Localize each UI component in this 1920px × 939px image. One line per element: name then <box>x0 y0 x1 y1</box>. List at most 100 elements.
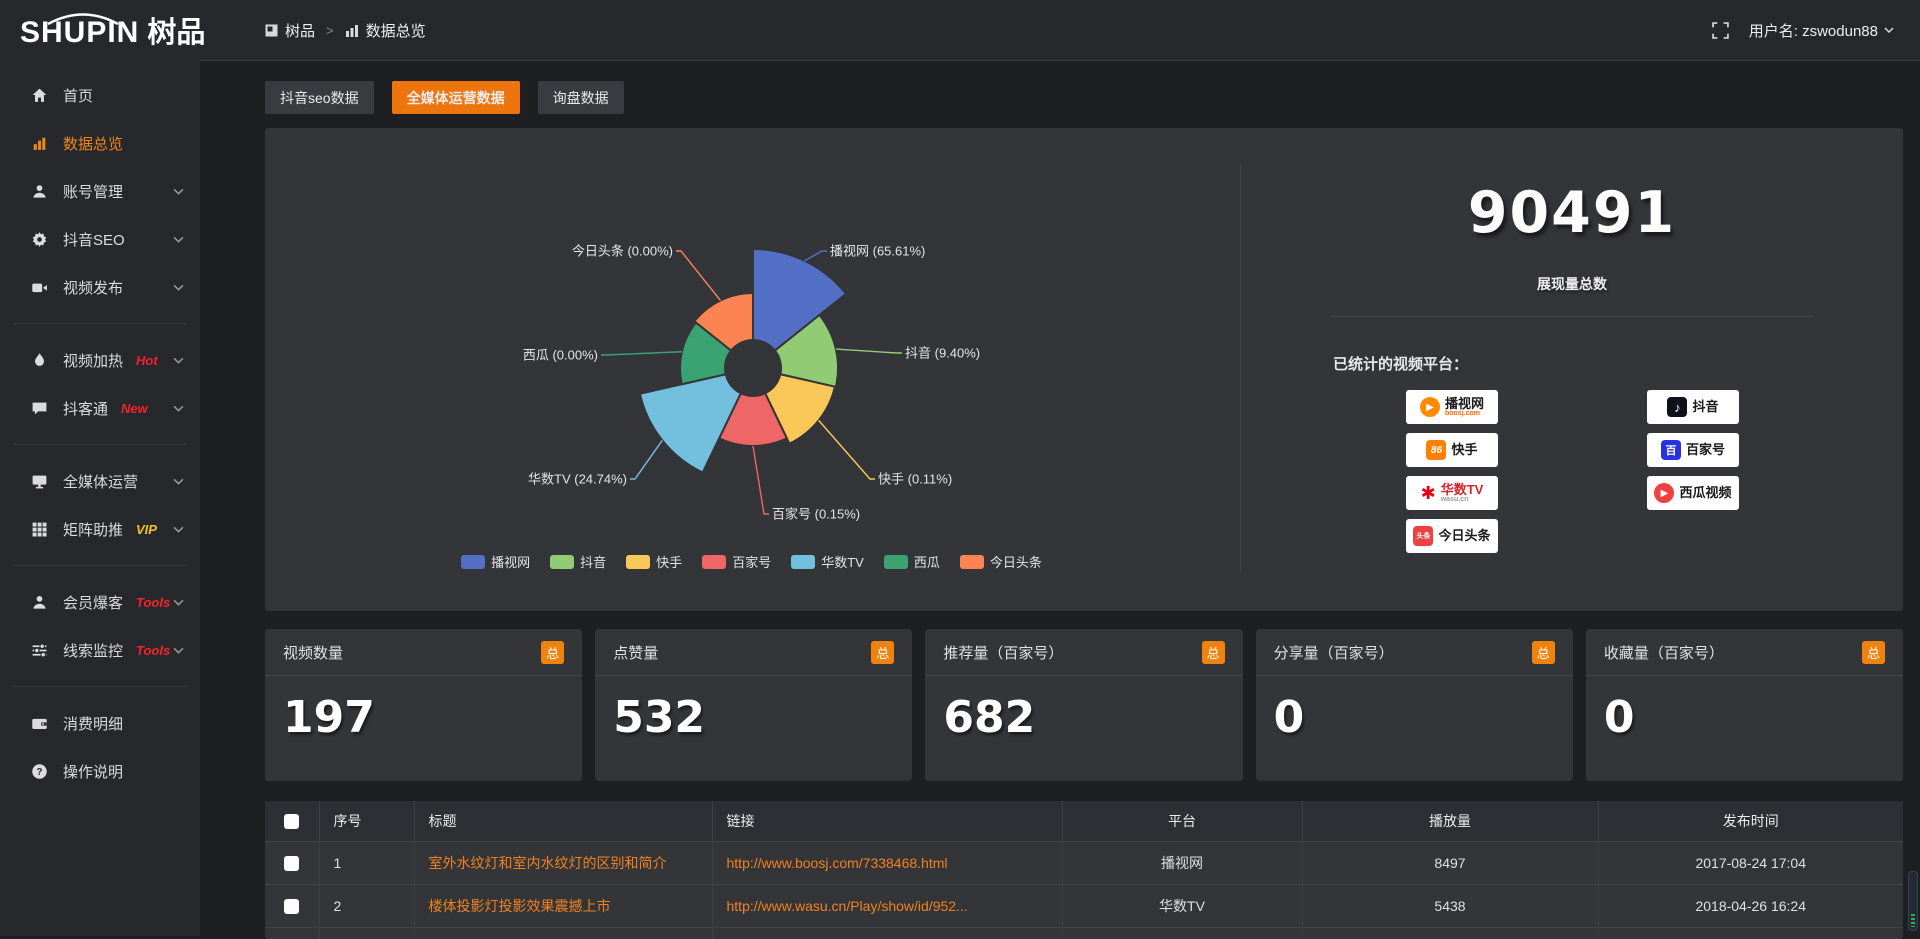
sidebar-item-matrix-boost[interactable]: 矩阵助推VIP <box>0 505 200 553</box>
empty-cell <box>1062 927 1302 939</box>
sidebar-item-label: 抖音SEO <box>63 229 125 250</box>
app-logo[interactable]: SHUPIN 树品 <box>0 9 235 51</box>
video-title-link[interactable]: 室外水纹灯和室内水纹灯的区别和简介 <box>414 841 712 884</box>
video-title-link[interactable]: 楼体投影灯投影效果震撼上市 <box>414 884 712 927</box>
row-checkbox[interactable] <box>284 899 299 914</box>
sidebar-item-video-publish[interactable]: 视频发布 <box>0 263 200 311</box>
pie-label-百家号: 百家号 (0.15%) <box>772 507 860 522</box>
video-url-link[interactable]: http://www.wasu.cn/Play/show/id/952... <box>712 884 1062 927</box>
empty-cell <box>319 927 414 939</box>
legend-item-播视网[interactable]: 播视网 <box>461 552 530 571</box>
platform-badge-baijia[interactable]: 百百家号 <box>1647 433 1739 467</box>
legend-item-抖音[interactable]: 抖音 <box>550 552 606 571</box>
stat-card-total-badge[interactable]: 总 <box>1862 641 1885 664</box>
sidebar-divider <box>13 444 187 445</box>
column-header: 平台 <box>1062 801 1302 841</box>
svg-text:?: ? <box>36 767 42 778</box>
sidebar-item-video-heat[interactable]: 视频加热 Hot <box>0 336 200 384</box>
chart-icon <box>30 134 48 152</box>
breadcrumb-item-root[interactable]: 树品 <box>265 20 315 41</box>
chevron-down-icon <box>173 284 184 291</box>
fullscreen-icon[interactable] <box>1712 22 1729 39</box>
stat-card-total-badge[interactable]: 总 <box>541 641 564 664</box>
platform-badge-toutiao[interactable]: 头条今日头条 <box>1406 519 1498 553</box>
platform-name: 西瓜视频 <box>1679 486 1731 500</box>
sidebar-item-label: 首页 <box>63 85 93 106</box>
chart-card: 播视网 (65.61%)抖音 (9.40%)快手 (0.11%)百家号 (0.1… <box>265 128 1903 611</box>
boosj-logo-icon: ▶ <box>1420 397 1440 417</box>
sidebar-item-account[interactable]: 账号管理 <box>0 167 200 215</box>
video-icon <box>30 278 48 296</box>
sidebar-divider <box>13 686 187 687</box>
sidebar-item-douyin-seo[interactable]: 抖音SEO <box>0 215 200 263</box>
sidebar-item-help[interactable]: ?操作说明 <box>0 747 200 795</box>
breadcrumb: 树品 > 数据总览 <box>265 20 426 41</box>
sidebar-item-clue-monitor[interactable]: 线索监控Tools <box>0 626 200 674</box>
platform-badge-text: 快手 <box>1451 443 1477 457</box>
chevron-down-icon <box>173 236 184 243</box>
stat-card-favorite-count: 收藏量（百家号）总0 <box>1586 629 1903 781</box>
sidebar-item-data-overview[interactable]: 数据总览 <box>0 119 200 167</box>
sidebar-item-media-operation[interactable]: 全媒体运营 <box>0 457 200 505</box>
platform-badge-wasu[interactable]: ✱华数TVwasu.cn <box>1406 476 1498 510</box>
tab-douyin-seo-data[interactable]: 抖音seo数据 <box>265 81 374 114</box>
legend-item-今日头条[interactable]: 今日头条 <box>960 552 1042 571</box>
stat-card-header: 推荐量（百家号）总 <box>925 629 1242 676</box>
user-area: 用户名: zswodun88 <box>1712 20 1920 41</box>
select-all-checkbox[interactable] <box>284 814 299 829</box>
stat-card-value: 532 <box>595 676 912 743</box>
platforms-title: 已统计的视频平台： <box>1241 353 1903 374</box>
wallet-icon <box>30 714 48 732</box>
scrollbar-widget[interactable] <box>1908 871 1918 931</box>
legend-item-快手[interactable]: 快手 <box>626 552 682 571</box>
legend-label: 快手 <box>656 552 682 571</box>
stat-card-value: 682 <box>925 676 1242 743</box>
chat-icon <box>30 399 48 417</box>
label-line-抖音 <box>836 349 902 353</box>
gear-icon <box>30 230 48 248</box>
platform-name: 抖音 <box>1692 400 1718 414</box>
sidebar-item-douketong[interactable]: 抖客通New <box>0 384 200 432</box>
video-url-link[interactable]: http://www.boosj.com/7338468.html <box>712 841 1062 884</box>
stat-card-total-badge[interactable]: 总 <box>1202 641 1225 664</box>
stat-card-header: 分享量（百家号）总 <box>1256 629 1573 676</box>
legend-item-百家号[interactable]: 百家号 <box>702 552 771 571</box>
legend-label: 华数TV <box>821 552 864 571</box>
sidebar-item-badge: New <box>121 401 148 416</box>
tab-inquiry-data[interactable]: 询盘数据 <box>538 81 624 114</box>
legend-marker <box>461 555 485 569</box>
pie-slice-华数TV[interactable] <box>640 374 741 472</box>
grid-icon <box>30 520 48 538</box>
sidebar-item-badge: Hot <box>136 353 158 368</box>
stat-card-total-badge[interactable]: 总 <box>1532 641 1555 664</box>
legend-label: 百家号 <box>732 552 771 571</box>
sidebar-item-consume-detail[interactable]: 消费明细 <box>0 699 200 747</box>
username[interactable]: 用户名: zswodun88 <box>1749 20 1894 41</box>
platform-badge-boosj[interactable]: ▶播视网boosj.com <box>1406 390 1498 424</box>
tab-media-operation-data[interactable]: 全媒体运营数据 <box>392 81 520 114</box>
platform-badge-kuaishou[interactable]: 86快手 <box>1406 433 1498 467</box>
home-icon <box>30 86 48 104</box>
table-row: 2楼体投影灯投影效果震撼上市http://www.wasu.cn/Play/sh… <box>265 884 1903 927</box>
stat-card-total-badge[interactable]: 总 <box>871 641 894 664</box>
legend-item-西瓜[interactable]: 西瓜 <box>884 552 940 571</box>
breadcrumb-item-current[interactable]: 数据总览 <box>345 20 426 41</box>
label-line-西瓜 <box>601 352 682 355</box>
pie-label-抖音: 抖音 (9.40%) <box>905 346 980 361</box>
platform-badge-text: 西瓜视频 <box>1679 486 1731 500</box>
platform-subtext: wasu.cn <box>1441 496 1469 503</box>
sidebar-item-label: 视频加热 <box>63 350 123 371</box>
baijiahao-logo-icon: 百 <box>1661 440 1681 460</box>
sidebar-item-member-baoke[interactable]: 会员爆客Tools <box>0 578 200 626</box>
user-icon <box>30 182 48 200</box>
platform-badge-douyin[interactable]: ♪抖音 <box>1647 390 1739 424</box>
sidebar-item-home[interactable]: 首页 <box>0 71 200 119</box>
platform-badge-xigua[interactable]: ▶西瓜视频 <box>1647 476 1739 510</box>
legend-item-华数TV[interactable]: 华数TV <box>791 552 864 571</box>
stat-cards-row: 视频数量总197点赞量总532推荐量（百家号）总682分享量（百家号）总0收藏量… <box>265 629 1903 781</box>
publish-time-cell: 2017-08-24 17:04 <box>1598 841 1903 884</box>
row-checkbox[interactable] <box>284 856 299 871</box>
legend-label: 今日头条 <box>990 552 1042 571</box>
impressions-total-caption: 展现量总数 <box>1241 274 1903 294</box>
label-line-快手 <box>819 420 875 479</box>
